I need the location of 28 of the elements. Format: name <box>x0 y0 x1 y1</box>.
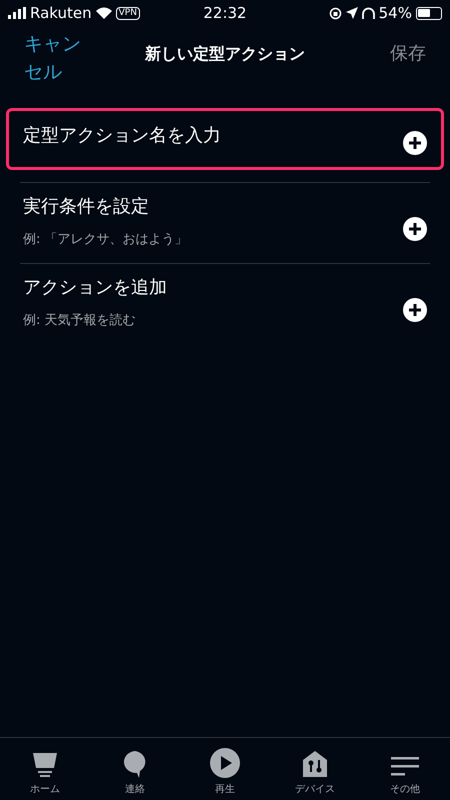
tab-bar-item[interactable]: 再生 <box>180 738 270 800</box>
wifi-icon <box>96 7 112 19</box>
routine-setting-row[interactable]: アクションを追加 例: 天気予報を読む <box>6 264 444 344</box>
tab-bar-item[interactable]: 連絡 <box>90 738 180 800</box>
cancel-button[interactable]: キャンセル <box>24 30 84 86</box>
signal-icon <box>8 7 26 19</box>
rotation-lock-icon <box>328 6 342 20</box>
tab-bar-item[interactable]: ホーム <box>0 738 90 800</box>
routine-setting-row[interactable]: 定型アクション名を入力 <box>6 108 444 170</box>
clock: 22:32 <box>203 2 247 24</box>
menu-icon <box>391 754 419 778</box>
add-icon <box>403 131 427 155</box>
screen-title: 新しい定型アクション <box>145 43 305 65</box>
headphones-icon <box>362 6 375 20</box>
speech-bubble-icon <box>122 750 148 778</box>
location-arrow-icon <box>346 7 358 19</box>
vpn-badge: VPN <box>116 6 140 20</box>
tab-bar-item[interactable]: デバイス <box>270 738 360 800</box>
carrier-name: Rakuten <box>30 2 92 24</box>
lamp-icon <box>32 752 58 778</box>
play-icon <box>210 748 240 778</box>
add-icon <box>403 298 427 322</box>
battery-icon <box>416 6 442 20</box>
house-icon <box>302 750 328 778</box>
tab-bar-item[interactable]: その他 <box>360 738 450 800</box>
add-icon <box>403 217 427 241</box>
routine-setting-row[interactable]: 実行条件を設定 例: 「アレクサ、おはよう」 <box>6 183 444 263</box>
battery-percent: 54% <box>378 2 412 24</box>
